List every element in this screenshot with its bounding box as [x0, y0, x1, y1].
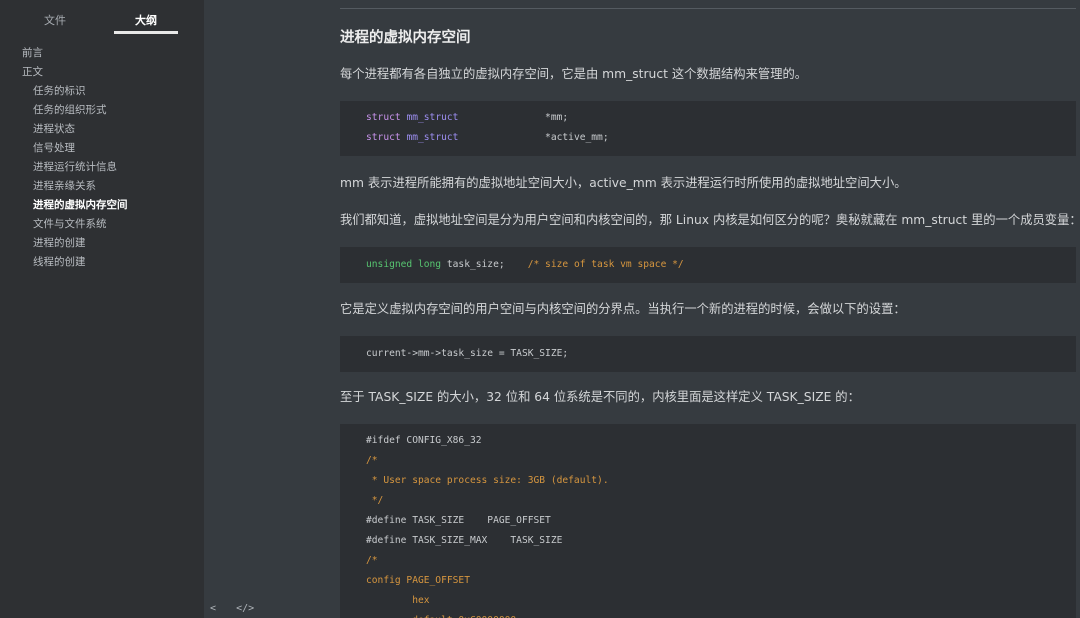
outline-item[interactable]: 前言: [0, 44, 204, 63]
document-content: 进程的虚拟内存空间 每个进程都有各自独立的虚拟内存空间，它是由 mm_struc…: [340, 0, 1080, 618]
code-line: hex: [366, 595, 430, 606]
section-heading: 进程的虚拟内存空间: [340, 30, 471, 46]
paragraph: 至于 TASK_SIZE 的大小，32 位和 64 位系统是不同的，内核里面是这…: [340, 390, 860, 404]
editor-gutter: [204, 0, 340, 618]
code-line: /*: [366, 455, 378, 466]
outline-item[interactable]: 正文: [0, 63, 204, 82]
sidebar: 文件 大纲 前言 正文 任务的标识 任务的组织形式 进程状态 信号处理 进程运行统计信息 进程…: [0, 0, 204, 618]
code-line: /*: [366, 555, 378, 566]
tab-files[interactable]: 文件: [23, 12, 87, 28]
divider: [340, 8, 1076, 9]
code-block: unsigned long task_size; /* size of task…: [340, 247, 1076, 283]
code-line: #define TASK_SIZE_MAX TASK_SIZE: [366, 535, 563, 546]
code-line: config PAGE_OFFSET: [366, 575, 470, 586]
paragraph: 我们都知道，虚拟地址空间是分为用户空间和内核空间的，那 Linux 内核是如何区…: [340, 213, 1080, 227]
outline-item[interactable]: 信号处理: [0, 139, 204, 158]
outline-item[interactable]: 文件与文件系统: [0, 215, 204, 234]
outline-item[interactable]: 进程的虚拟内存空间: [0, 196, 204, 215]
tab-outline[interactable]: 大纲: [114, 12, 178, 28]
outline-item[interactable]: 进程亲缘关系: [0, 177, 204, 196]
outline-item[interactable]: 进程运行统计信息: [0, 158, 204, 177]
code-line: struct mm_struct *mm;: [366, 112, 569, 123]
outline-item[interactable]: 线程的创建: [0, 253, 204, 272]
code-line: struct mm_struct *active_mm;: [366, 132, 609, 143]
code-block: #ifdef CONFIG_X86_32 /* * User space proc…: [340, 424, 1076, 618]
outline-item[interactable]: 进程状态: [0, 120, 204, 139]
code-line: current->mm->task_size = TASK_SIZE;: [366, 348, 569, 359]
paragraph: 每个进程都有各自独立的虚拟内存空间，它是由 mm_struct 这个数据结构来管…: [340, 67, 808, 81]
sidebar-footer: < </>: [210, 603, 268, 617]
outline-item[interactable]: 进程的创建: [0, 234, 204, 253]
paragraph: mm 表示进程所能拥有的虚拟地址空间大小，active_mm 表示进程运行时所使…: [340, 176, 907, 190]
outline-item[interactable]: 任务的组织形式: [0, 101, 204, 120]
source-code-icon[interactable]: </>: [236, 603, 254, 614]
outline-item[interactable]: 任务的标识: [0, 82, 204, 101]
active-tab-indicator: [114, 31, 178, 34]
paragraph: 它是定义虚拟内存空间的用户空间与内核空间的分界点。当执行一个新的进程的时候，会做…: [340, 302, 906, 316]
chevron-left-icon[interactable]: <: [210, 603, 216, 614]
code-line: #ifdef CONFIG_X86_32: [366, 435, 482, 446]
code-block: struct mm_struct *mm; struct mm_struct *a…: [340, 101, 1076, 156]
code-block: current->mm->task_size = TASK_SIZE;: [340, 336, 1076, 372]
code-line: #define TASK_SIZE PAGE_OFFSET: [366, 515, 551, 526]
sidebar-tabs: 文件 大纲: [0, 0, 204, 36]
code-line: unsigned long task_size; /* size of task…: [366, 259, 684, 270]
outline-list: 前言 正文 任务的标识 任务的组织形式 进程状态 信号处理 进程运行统计信息 进程亲缘关系 进程…: [0, 44, 204, 272]
code-line: * User space process size: 3GB (default)…: [366, 475, 609, 486]
code-line: default 0xC0000000: [366, 614, 516, 618]
code-line: */: [366, 495, 384, 506]
